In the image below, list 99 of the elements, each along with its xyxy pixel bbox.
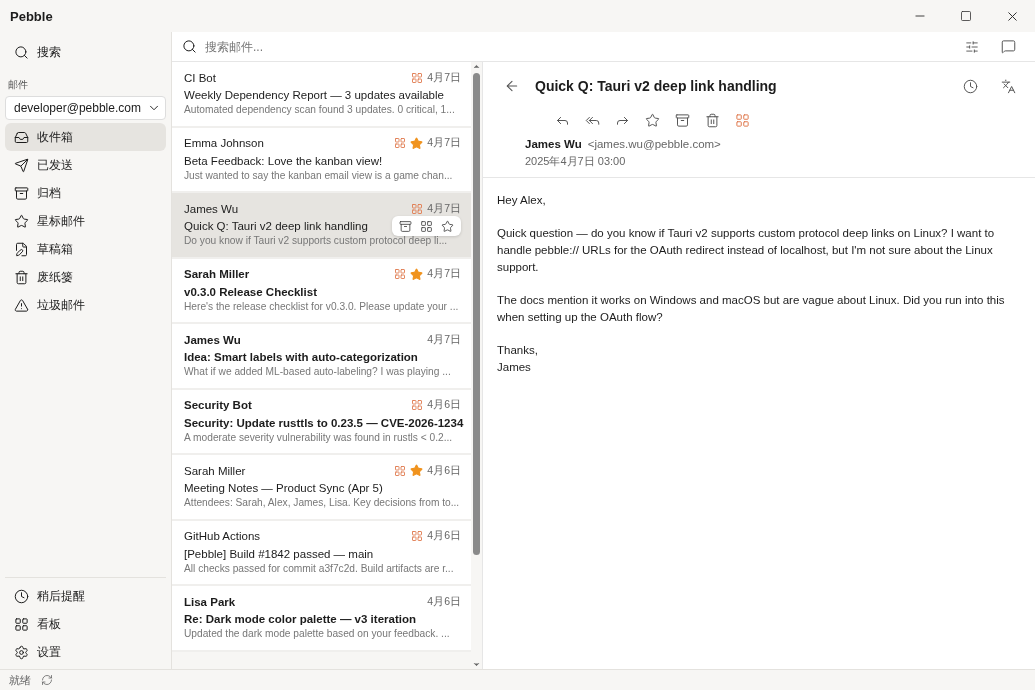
message-preview: What if we added ML-based auto-labeling? I was playing ...	[184, 366, 452, 377]
message-preview: Automated dependency scan found 3 updates. 0 critical, 1...	[184, 104, 456, 115]
trash-icon	[14, 269, 29, 285]
message-subject: Meeting Notes — Product Sync (Apr 5)	[184, 482, 383, 494]
sidebar-item[interactable]: 稍后提醒	[5, 582, 166, 610]
message-preview: Attendees: Sarah, Alex, James, Lisa. Key decisions from to...	[184, 497, 461, 508]
message-row[interactable]: James Wu 4月7日 Quick Q: Tauri v2 deep link handling Do you know if Tauri v2 supports custom protocol deep li...	[172, 193, 471, 259]
scroll-up-icon	[472, 62, 481, 71]
message-preview: Updated the dark mode palette based on your feedback. ...	[184, 628, 451, 639]
message-subject: Weekly Dependency Report — 3 updates available	[184, 89, 444, 101]
message-date: 4月7日	[427, 267, 461, 281]
signoff-line: Thanks,	[497, 343, 539, 358]
section-label: 邮件	[7, 78, 29, 92]
message-date: 4月7日	[427, 332, 461, 347]
message-sender: Lisa Park	[184, 595, 236, 608]
app-title: Pebble	[10, 8, 54, 24]
refresh-icon	[41, 674, 53, 686]
message-subject: Idea: Smart labels with auto-categorization	[184, 351, 418, 363]
message-row[interactable]: Security Bot 4月6日 Security: Update rusttls to 0.23.5 — CVE-2026-1234 A moderate severity vulnerability was found in rustls < 0.2...	[172, 389, 471, 455]
message-row[interactable]: Sarah Miller 4月7日 v0.3.0 Release Checklist Here's the release checklist for v0.3.0. Please update your ...	[172, 258, 471, 324]
message-subject: v0.3.0 Release Checklist	[184, 285, 317, 298]
chat-icon	[1000, 39, 1016, 54]
trash-icon	[704, 112, 720, 128]
sidebar-item[interactable]: 看板	[5, 610, 166, 638]
sender-name: James Wu	[525, 138, 582, 150]
sender-address: <james.wu@pebble.com>	[587, 138, 721, 150]
sidebar-item[interactable]: 废纸篓	[5, 263, 166, 291]
message-date: 4月7日	[427, 201, 461, 216]
star-icon	[14, 213, 29, 229]
archive-icon	[14, 185, 29, 201]
body-paragraph: Quick question — do you know if Tauri v2 supports custom protocol deep links on Linux? I want to handle pebble:// URLs for the OAuth redirect instead of localhost, but I'm not sure about the Linux support.	[497, 226, 996, 275]
sidebar-item[interactable]: 设置	[5, 638, 166, 666]
message-preview: Here's the release checklist for v0.3.0. Please update your ...	[184, 300, 460, 312]
message-subject: Beta Feedback: Love the kanban view!	[184, 154, 383, 167]
file-pen-icon	[14, 241, 29, 257]
message-date: 4月6日	[427, 529, 461, 543]
email-subject: Quick Q: Tauri v2 deep link handling	[535, 78, 778, 94]
message-row[interactable]: Lisa Park 4月6日 Re: Dark mode color palette — v3 iteration Updated the dark mode palette based on your feedback. ...	[172, 586, 471, 652]
sidebar-item[interactable]: 星标邮件	[5, 207, 166, 235]
star-icon	[644, 112, 660, 128]
maximize-icon	[960, 10, 972, 22]
account-select[interactable]: developer@pebble.com	[5, 96, 166, 120]
signoff-line: James	[497, 360, 532, 375]
message-row[interactable]: CI Bot 4月7日 Weekly Dependency Report — 3 updates available Automated dependency scan found 3 updates. 0 critical, 1...	[172, 62, 471, 128]
message-sender: Emma Johnson	[184, 137, 264, 149]
search-nav-item[interactable]: 搜索	[5, 38, 166, 66]
back-icon	[504, 78, 520, 94]
scrollbar[interactable]	[471, 62, 482, 669]
clock-icon	[14, 588, 29, 604]
message-date: 4月6日	[427, 463, 461, 478]
message-date: 4月7日	[427, 136, 461, 150]
archive-icon	[674, 112, 690, 128]
message-preview: Do you know if Tauri v2 supports custom protocol deep li...	[184, 235, 449, 246]
message-preview: All checks passed for commit a3f7c2d. Build artifacts are r...	[184, 562, 455, 574]
sidebar-item[interactable]: 归档	[5, 179, 166, 207]
message-sender: CI Bot	[184, 71, 216, 84]
message-date: 4月7日	[427, 70, 461, 85]
inbox-icon	[14, 129, 29, 145]
sidebar-item[interactable]: 草稿箱	[5, 235, 166, 263]
archive-icon	[399, 219, 412, 233]
message-subject: [Pebble] Build #1842 passed — main	[184, 547, 374, 560]
message-subject: Quick Q: Tauri v2 deep link handling	[184, 220, 368, 232]
message-sender: James Wu	[184, 333, 241, 346]
body-paragraph: The docs mention it works on Windows and macOS but are vague about Linux. Did you run into this when setting up the OAuth flow?	[497, 293, 1006, 325]
message-sender: Security Bot	[184, 399, 252, 411]
message-preview: A moderate severity vulnerability was found in rustls < 0.2...	[184, 431, 454, 443]
email-date: 2025年4月7日 03:00	[525, 154, 627, 169]
message-sender: Sarah Miller	[184, 464, 246, 477]
search-icon	[182, 39, 197, 54]
settings-icon	[14, 644, 29, 660]
send-icon	[14, 157, 29, 173]
sidebar-item[interactable]: 垃圾邮件	[5, 291, 166, 319]
message-sender: GitHub Actions	[184, 530, 261, 542]
message-row[interactable]: James Wu 4月7日 Idea: Smart labels with auto-categorization What if we added ML-based auto-labeling? I was playing ...	[172, 324, 471, 390]
message-subject: Security: Update rusttls to 0.23.5 — CVE-2026-1234	[184, 416, 464, 429]
message-subject: Re: Dark mode color palette — v3 iteration	[184, 613, 416, 625]
message-date: 4月6日	[427, 398, 461, 412]
grid-icon	[420, 219, 433, 233]
sidebar-item[interactable]: 收件箱	[5, 123, 166, 151]
message-row[interactable]: Emma Johnson 4月7日 Beta Feedback: Love the kanban view! Just wanted to say the kanban email view is a game chan...	[172, 127, 471, 193]
translate-icon	[1000, 78, 1016, 94]
message-date: 4月6日	[427, 594, 461, 609]
message-sender: Sarah Miller	[184, 268, 250, 280]
search-field[interactable]: 搜索邮件...	[203, 38, 951, 55]
message-sender: James Wu	[184, 202, 239, 215]
star-icon	[441, 219, 454, 233]
message-row[interactable]: Sarah Miller 4月6日 Meeting Notes — Product Sync (Apr 5) Attendees: Sarah, Alex, James, Lisa. Key decisions from to...	[172, 455, 471, 521]
message-row[interactable]: GitHub Actions 4月6日 [Pebble] Build #1842 passed — main All checks passed for commit a3f7c2d. Build artifacts are r...	[172, 520, 471, 586]
sliders-icon	[965, 39, 979, 54]
scroll-down-icon	[472, 660, 481, 669]
search-icon	[14, 44, 29, 60]
message-preview: Just wanted to say the kanban email view is a game chan...	[184, 169, 454, 181]
grid-icon	[14, 616, 29, 632]
status-text: 就绪	[9, 672, 31, 688]
grid-icon	[734, 112, 750, 128]
clock-icon	[962, 78, 978, 94]
warning-icon	[14, 297, 29, 313]
sidebar-item[interactable]: 已发送	[5, 151, 166, 179]
body-paragraph: Hey Alex,	[497, 193, 547, 208]
